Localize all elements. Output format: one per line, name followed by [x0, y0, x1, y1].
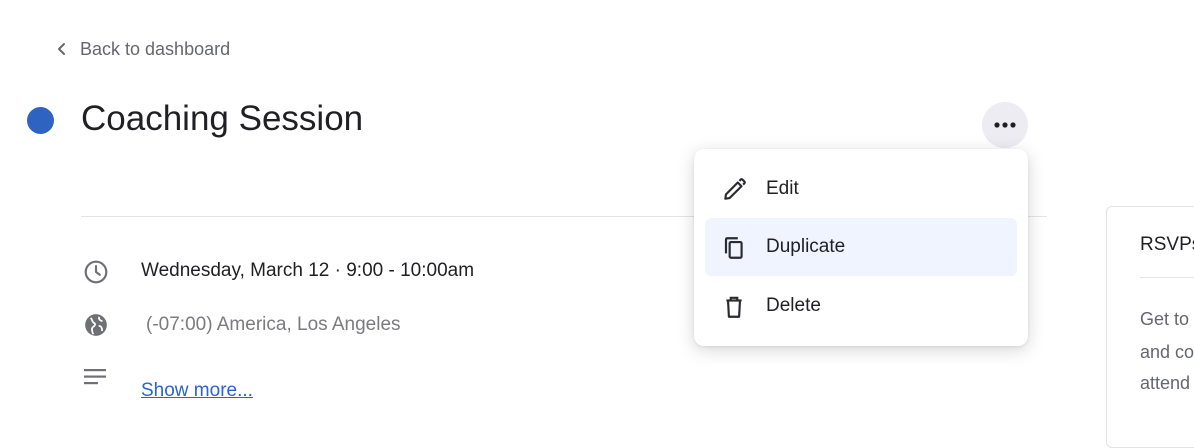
rsvp-card-divider	[1140, 277, 1194, 278]
event-options-menu: Edit Duplicate Delete	[694, 149, 1028, 346]
menu-item-duplicate[interactable]: Duplicate	[705, 218, 1017, 276]
rsvp-card-title: RSVPs	[1140, 234, 1194, 255]
more-options-button[interactable]	[982, 102, 1028, 148]
menu-item-label: Delete	[766, 295, 821, 316]
back-to-dashboard-link[interactable]: Back to dashboard	[56, 36, 230, 62]
show-more-link[interactable]: Show more...	[141, 378, 253, 404]
more-horizontal-icon	[994, 122, 1016, 128]
event-datetime: Wednesday, March 12 · 9:00 - 10:00am	[141, 260, 475, 281]
rsvp-card-text-line: Get to	[1140, 309, 1190, 329]
rsvp-card: RSVPs Get to and co attend	[1106, 206, 1194, 448]
description-lines-icon	[84, 369, 106, 385]
pencil-icon	[724, 178, 746, 200]
rsvp-card-text-line: and co	[1140, 342, 1194, 362]
menu-item-edit[interactable]: Edit	[705, 160, 1017, 218]
globe-icon	[85, 314, 107, 336]
menu-item-label: Edit	[766, 178, 799, 199]
menu-item-label: Duplicate	[766, 236, 846, 257]
copy-icon	[724, 237, 743, 259]
trash-icon	[726, 296, 742, 318]
menu-item-delete[interactable]: Delete	[705, 277, 1017, 335]
page-title: Coaching Session	[81, 99, 364, 138]
clock-icon	[84, 260, 108, 284]
event-timezone: (-07:00) America, Los Angeles	[146, 314, 401, 335]
event-color-dot	[27, 107, 54, 134]
chevron-left-icon	[58, 43, 65, 55]
back-link-label: Back to dashboard	[80, 38, 231, 59]
rsvp-card-text-line: attend	[1140, 373, 1191, 393]
